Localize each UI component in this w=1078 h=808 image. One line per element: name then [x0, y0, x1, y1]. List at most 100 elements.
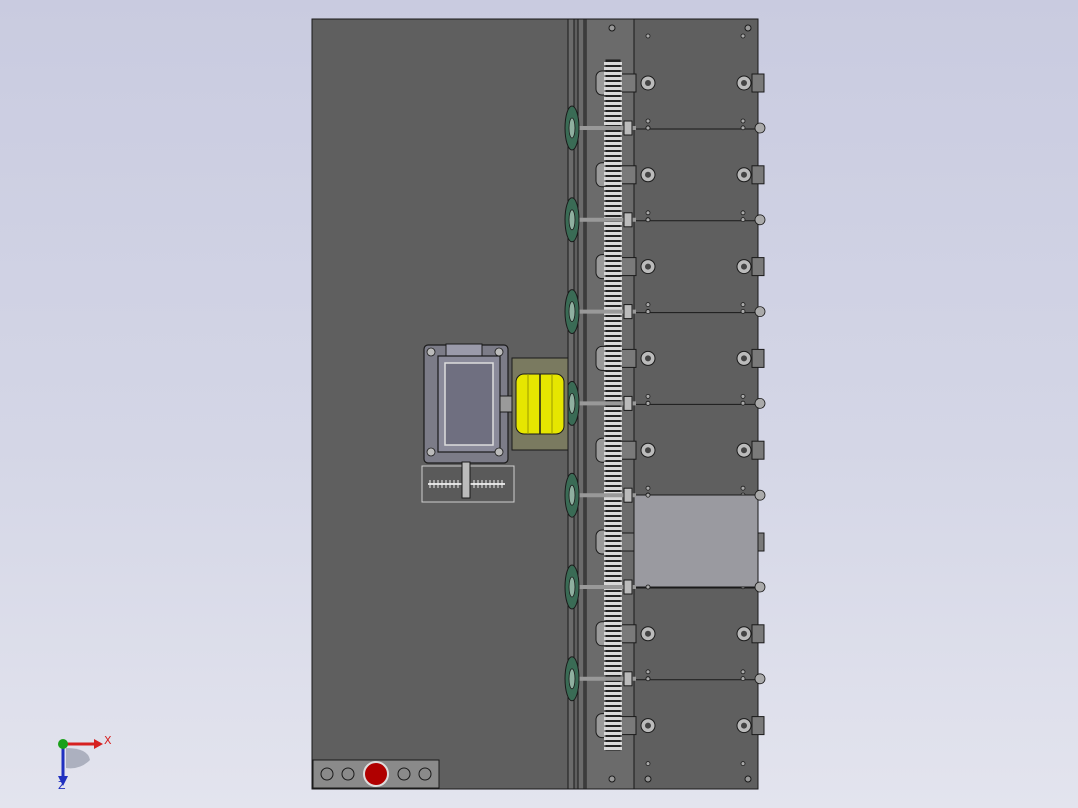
gear-tooth	[604, 607, 622, 610]
gear-tooth	[604, 162, 622, 165]
mount-hole-icon	[645, 492, 651, 498]
gear-tooth	[604, 277, 622, 280]
gear-tooth	[604, 742, 622, 745]
mount-hole-icon	[740, 118, 746, 124]
gear-tooth	[604, 82, 622, 85]
control-button-icon[interactable]	[397, 767, 411, 781]
gear-tooth	[604, 87, 622, 90]
gear-tooth	[604, 747, 622, 750]
gear-tooth	[604, 197, 622, 200]
bearing-block-right	[751, 348, 765, 368]
gear-tooth	[604, 627, 622, 630]
bearing-bore	[741, 447, 747, 454]
gear-tooth	[604, 617, 622, 620]
mount-hole-icon	[645, 302, 651, 308]
gear-tooth	[604, 557, 622, 560]
gear-tooth	[604, 697, 622, 700]
mount-hole-icon	[740, 33, 746, 39]
gear-tooth	[604, 522, 622, 525]
gear-tooth	[604, 447, 622, 450]
gear-tooth	[604, 387, 622, 390]
gear-tooth	[604, 632, 622, 635]
gear-tooth	[604, 352, 622, 355]
gear-tooth	[604, 527, 622, 530]
gear-tooth	[604, 732, 622, 735]
bearing-block-right	[751, 440, 765, 460]
gear-tooth	[604, 702, 622, 705]
shaft-collar	[623, 487, 633, 503]
gear-tooth	[604, 477, 622, 480]
gear-tooth	[604, 642, 622, 645]
motor-base	[421, 461, 515, 503]
gear-tooth	[604, 412, 622, 415]
gear-tooth	[604, 397, 622, 400]
control-button-icon[interactable]	[320, 767, 334, 781]
gear-tooth	[604, 357, 622, 360]
mount-hole-icon	[645, 125, 651, 131]
gear-tooth	[604, 737, 622, 740]
gear-tooth	[604, 377, 622, 380]
gear-tooth	[604, 647, 622, 650]
z-axis-label: Z	[58, 779, 66, 792]
emergency-stop-icon[interactable]	[363, 761, 389, 787]
conveyor-assembly[interactable]	[311, 18, 766, 790]
gear-tooth	[604, 657, 622, 660]
gear-tooth	[604, 322, 622, 325]
gear-tooth	[604, 167, 622, 170]
coordinate-triad: X Z	[58, 734, 112, 792]
gear-tooth	[604, 667, 622, 670]
sprocket-hub	[568, 668, 576, 690]
gear-tooth	[604, 372, 622, 375]
gear-tooth	[604, 237, 622, 240]
bearing-bore	[645, 447, 651, 454]
gear-tooth	[604, 107, 622, 110]
gear-tooth	[604, 427, 622, 430]
gear-tooth	[604, 612, 622, 615]
gear-tooth	[604, 537, 622, 540]
gear-tooth	[604, 242, 622, 245]
mount-hole-icon	[740, 485, 746, 491]
gear-motor	[423, 343, 517, 464]
gear-tooth	[604, 367, 622, 370]
frame-bolt-icon	[608, 24, 616, 32]
sprocket-hub	[568, 209, 576, 231]
control-button-icon[interactable]	[418, 767, 432, 781]
gear-tooth	[604, 187, 622, 190]
gear-tooth	[604, 712, 622, 715]
gear-tooth	[604, 392, 622, 395]
gear-tooth	[604, 102, 622, 105]
gear-tooth	[604, 437, 622, 440]
gear-tooth	[604, 157, 622, 160]
gear-tooth	[604, 452, 622, 455]
shaft-collar	[623, 304, 633, 320]
gear-tooth	[604, 502, 622, 505]
motor-top-cap	[445, 343, 483, 357]
gear-tooth	[604, 317, 622, 320]
bearing-block-right	[751, 624, 765, 644]
gear-tooth	[604, 577, 622, 580]
bearing-bore	[645, 722, 651, 729]
bearing-bore	[645, 171, 651, 178]
mount-hole-icon	[740, 400, 746, 406]
mount-hole-icon	[645, 669, 651, 675]
end-cap	[754, 122, 766, 134]
bearing-bore	[645, 355, 651, 362]
bearing-block-right	[751, 165, 765, 185]
gear-tooth	[604, 347, 622, 350]
mount-hole-icon	[740, 393, 746, 399]
gear-tooth	[604, 142, 622, 145]
gear-tooth	[604, 722, 622, 725]
gear-tooth	[604, 432, 622, 435]
gear-tooth	[604, 227, 622, 230]
bearing-block-right	[751, 716, 765, 736]
sprocket-hub	[568, 301, 576, 323]
cad-viewport[interactable]: X Z	[0, 0, 1078, 808]
gear-tooth	[604, 462, 622, 465]
mount-hole-icon	[645, 584, 651, 590]
control-button-icon[interactable]	[341, 767, 355, 781]
gear-tooth	[604, 422, 622, 425]
gear-tooth	[604, 467, 622, 470]
mount-hole-icon	[740, 676, 746, 681]
gear-tooth	[604, 137, 622, 140]
mount-hole-icon	[645, 761, 651, 766]
